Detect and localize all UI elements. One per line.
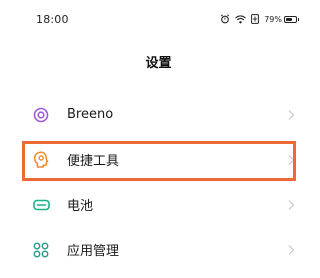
wifi-icon — [235, 14, 247, 23]
chevron-right-icon — [288, 244, 295, 255]
settings-item-convenience-tools[interactable]: 便捷工具 — [0, 137, 317, 182]
chevron-right-icon — [288, 109, 295, 120]
chevron-right-icon — [288, 199, 295, 210]
settings-list: Breeno 便捷工具 电池 应用管理 — [0, 92, 317, 272]
settings-item-breeno[interactable]: Breeno — [0, 92, 317, 137]
settings-item-app-management[interactable]: 应用管理 — [0, 227, 317, 272]
convenience-tools-icon — [32, 150, 50, 169]
settings-item-battery[interactable]: 电池 — [0, 182, 317, 227]
alarm-icon — [221, 14, 230, 24]
status-bar: 18:00 79% — [0, 0, 317, 34]
sim-icon — [251, 14, 260, 24]
battery-status-icon — [284, 15, 299, 23]
chevron-right-icon — [288, 154, 295, 165]
battery-icon — [32, 196, 50, 214]
app-management-icon — [32, 241, 50, 259]
settings-item-label: Breeno — [67, 107, 114, 122]
settings-item-label: 电池 — [67, 199, 94, 214]
page-title: 设置 — [145, 56, 172, 71]
settings-item-label: 应用管理 — [67, 244, 120, 259]
status-time: 18:00 — [36, 13, 69, 26]
settings-screen: 18:00 79% 设置 Breeno 便捷工具 电池 应用管理 — [0, 0, 317, 278]
battery-fill — [286, 17, 292, 21]
breeno-icon — [32, 106, 50, 124]
status-icons: 79% — [220, 13, 299, 25]
settings-item-label: 便捷工具 — [67, 154, 120, 169]
battery-percent: 79% — [264, 14, 282, 24]
battery-indicator: 79% — [264, 14, 299, 24]
